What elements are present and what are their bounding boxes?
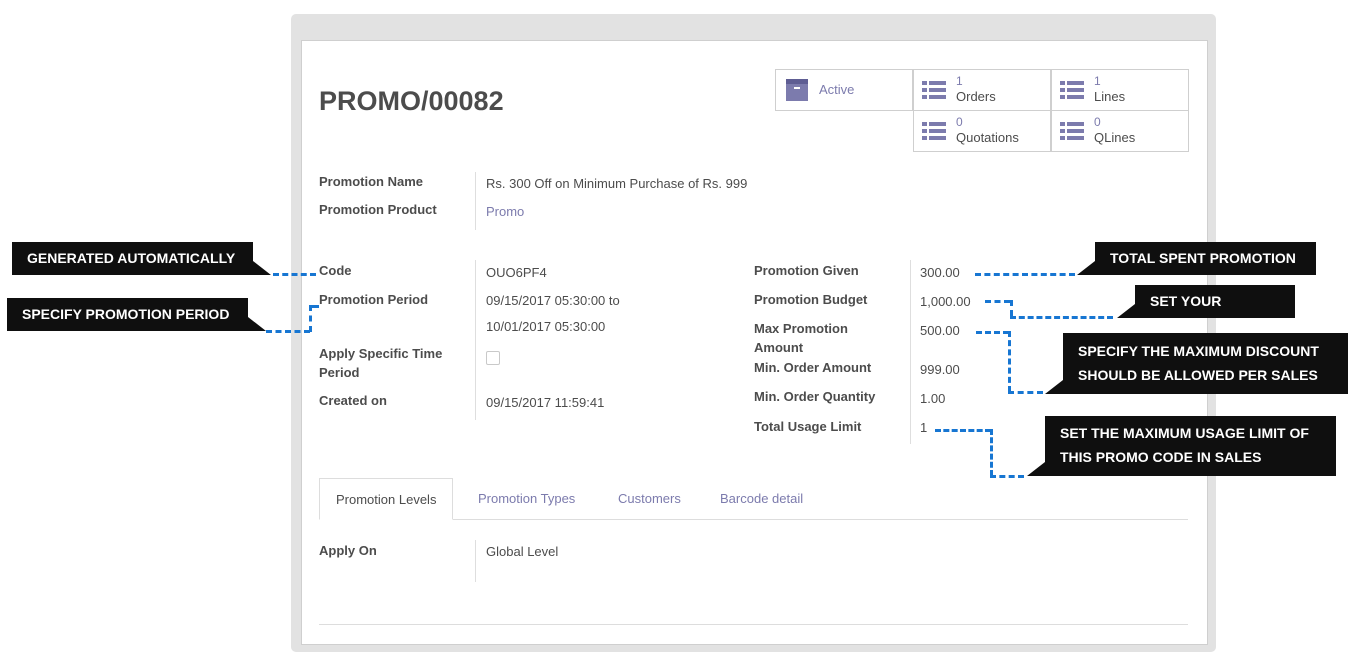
max-promotion-amount-value[interactable]: 500.00 — [920, 321, 960, 340]
field-divider — [475, 260, 476, 420]
code-value[interactable]: OUO6PF4 — [486, 263, 547, 282]
connector-max-discount — [1008, 391, 1043, 394]
lines-count: 1 — [1094, 74, 1101, 88]
max-promotion-amount-label: Max Promotion — [754, 321, 848, 336]
promotion-product-link[interactable]: Promo — [486, 202, 524, 221]
min-order-quantity-value[interactable]: 1.00 — [920, 389, 945, 408]
callout-max-discount: SPECIFY THE MAXIMUM DISCOUNT SHOULD BE A… — [1045, 333, 1348, 394]
quotations-count: 0 — [956, 115, 963, 129]
list-icon — [922, 121, 946, 141]
code-label: Code — [319, 263, 352, 278]
max-promotion-amount-label-line2: Amount — [754, 340, 804, 355]
promotion-budget-label: Promotion Budget — [754, 292, 868, 307]
promotion-name-label: Promotion Name — [319, 174, 424, 189]
orders-count: 1 — [956, 74, 963, 88]
smart-buttons: Active 1 Orders 1 Lines 0 Quotations 0 Q… — [775, 69, 1189, 152]
created-on-label: Created on — [319, 393, 387, 408]
lines-button[interactable]: 1 Lines — [1051, 69, 1189, 111]
apply-specific-time-label-line2: Period — [319, 365, 360, 380]
created-on-value: 09/15/2017 11:59:41 — [486, 395, 605, 410]
callout-usage-limit-line2: THIS PROMO CODE IN SALES — [1060, 449, 1262, 465]
connector-spent — [975, 273, 1075, 276]
active-label: Active — [819, 82, 855, 97]
min-order-amount-value[interactable]: 999.00 — [920, 360, 960, 379]
connector-max-discount — [1008, 331, 1011, 392]
connector-code — [273, 273, 316, 276]
promotion-budget-value[interactable]: 1,000.00 — [920, 292, 971, 311]
tab-promotion-levels[interactable]: Promotion Levels — [319, 478, 454, 520]
promotion-period-label: Promotion Period — [319, 292, 429, 307]
callout-usage-limit: SET THE MAXIMUM USAGE LIMIT OF THIS PROM… — [1027, 416, 1336, 476]
list-icon — [1060, 80, 1084, 100]
qlines-label: QLines — [1094, 130, 1136, 145]
footer-divider — [319, 624, 1188, 625]
total-usage-limit-label: Total Usage Limit — [754, 419, 862, 434]
callout-max-discount-line1: SPECIFY THE MAXIMUM DISCOUNT — [1078, 343, 1319, 359]
min-order-quantity-label: Min. Order Quantity — [754, 389, 876, 404]
orders-label: Orders — [956, 89, 996, 104]
callout-set-target: SET YOUR TARGET — [1117, 285, 1295, 342]
connector-max-discount — [976, 331, 1009, 334]
list-icon — [1060, 121, 1084, 141]
tab-promotion-types[interactable]: Promotion Types — [478, 478, 575, 519]
notebook-tabs: Promotion Levels Promotion Types Custome… — [319, 478, 1188, 520]
field-divider — [910, 260, 911, 444]
apply-specific-time-label: Apply Specific Time — [319, 346, 443, 361]
field-divider — [475, 540, 476, 582]
quotations-button[interactable]: 0 Quotations — [913, 110, 1051, 152]
callout-promotion-period: SPECIFY PROMOTION PERIOD — [7, 298, 266, 331]
active-toggle-button[interactable]: Active — [775, 69, 913, 111]
orders-button[interactable]: 1 Orders — [913, 69, 1051, 111]
callout-max-discount-line2: SHOULD BE ALLOWED PER SALES — [1078, 367, 1318, 383]
connector-usage-limit — [935, 429, 991, 432]
connector-period — [309, 305, 319, 308]
promotion-period-from[interactable]: 09/15/2017 05:30:00 to — [486, 291, 620, 310]
connector-target — [985, 300, 1010, 303]
connector-usage-limit — [990, 429, 993, 476]
promotion-given-value[interactable]: 300.00 — [920, 263, 960, 282]
apply-on-value[interactable]: Global Level — [486, 542, 558, 561]
callout-total-spent: TOTAL SPENT PROMOTION — [1077, 242, 1316, 275]
quotations-label: Quotations — [956, 130, 1019, 145]
apply-specific-time-checkbox[interactable] — [486, 351, 500, 365]
archive-icon — [786, 79, 808, 101]
qlines-count: 0 — [1094, 115, 1101, 129]
min-order-amount-label: Min. Order Amount — [754, 360, 872, 375]
record-title: PROMO/00082 — [319, 86, 504, 116]
promotion-name-value[interactable]: Rs. 300 Off on Minimum Purchase of Rs. 9… — [486, 174, 747, 193]
tab-customers[interactable]: Customers — [618, 478, 681, 519]
callout-generated-automatically: GENERATED AUTOMATICALLY — [12, 242, 271, 275]
total-usage-limit-value[interactable]: 1 — [920, 418, 927, 437]
qlines-button[interactable]: 0 QLines — [1051, 110, 1189, 152]
promotion-period-to[interactable]: 10/01/2017 05:30:00 — [486, 317, 605, 336]
lines-label: Lines — [1094, 89, 1126, 104]
connector-target — [1010, 300, 1013, 316]
promotion-given-label: Promotion Given — [754, 263, 859, 278]
connector-period — [309, 305, 312, 332]
connector-target — [1010, 316, 1113, 319]
callout-usage-limit-line1: SET THE MAXIMUM USAGE LIMIT OF — [1060, 425, 1309, 441]
list-icon — [922, 80, 946, 100]
connector-period — [266, 330, 310, 333]
promotion-product-label: Promotion Product — [319, 202, 437, 217]
tab-barcode-detail[interactable]: Barcode detail — [720, 478, 803, 519]
field-divider — [475, 172, 476, 230]
apply-on-label: Apply On — [319, 543, 377, 558]
connector-usage-limit — [990, 475, 1024, 478]
